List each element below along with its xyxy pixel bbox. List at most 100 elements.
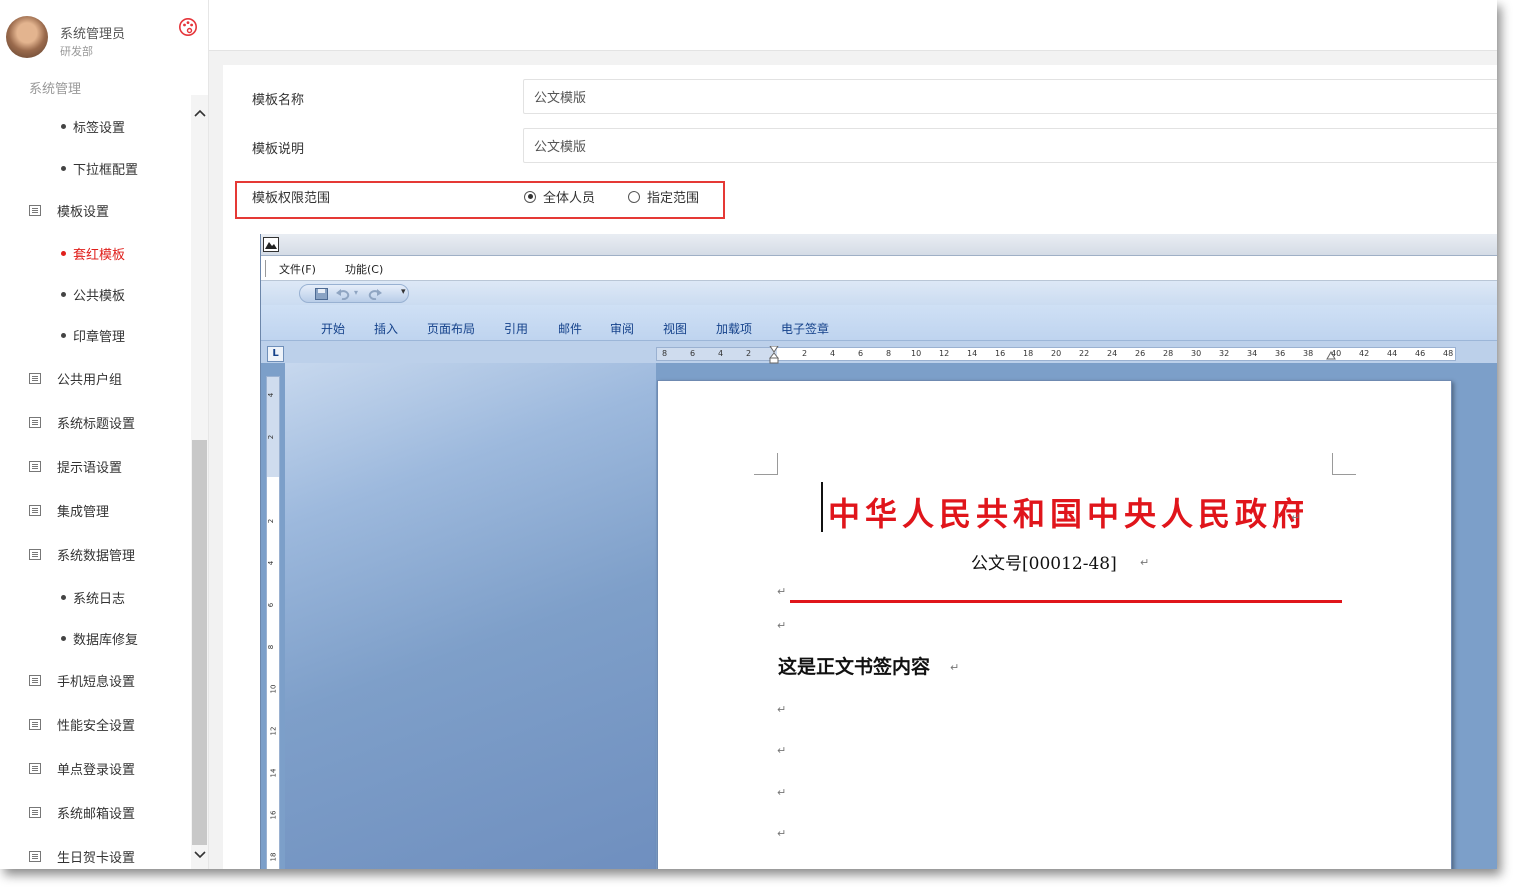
paragraph-mark: ↵ [777, 827, 787, 840]
ruler-number: 14 [269, 768, 278, 778]
ruler-number: 6 [690, 349, 696, 358]
word-title-bar [261, 234, 1497, 256]
ruler-number: 4 [718, 349, 724, 358]
template-desc-label: 模板说明 [252, 142, 305, 157]
paragraph-mark: ↵ [777, 585, 787, 598]
sidebar-item-sso-settings[interactable]: 单点登录设置 [0, 750, 192, 786]
save-icon[interactable] [315, 288, 328, 300]
ruler-number: 14 [967, 349, 978, 358]
sidebar-item-system-log[interactable]: 系统日志 [0, 579, 192, 615]
sidebar-item-label: 系统数据管理 [57, 548, 136, 564]
menu-icon [29, 204, 41, 216]
ribbon-tab-mailings[interactable]: 邮件 [558, 320, 582, 337]
ruler-number: 16 [995, 349, 1006, 358]
indent-marker-icon[interactable] [769, 346, 779, 364]
ribbon-tab-home[interactable]: 开始 [321, 320, 345, 337]
sidebar-item-label: 集成管理 [57, 504, 110, 520]
avatar[interactable] [6, 16, 48, 58]
word-app-icon [263, 237, 279, 252]
sidebar-item-label: 系统标题设置 [57, 416, 136, 432]
sidebar-item-template-settings[interactable]: 模板设置 [0, 192, 192, 228]
ruler-bar: L 8 6 4 2 2 4 6 8 10 12 14 16 18 20 22 24 26 28 30 32 34 36 38… [261, 341, 1497, 364]
sidebar-item-db-repair[interactable]: 数据库修复 [0, 620, 192, 656]
ruler-number: 8 [267, 644, 276, 650]
undo-dropdown-icon[interactable]: ▾ [354, 288, 358, 297]
template-desc-input[interactable] [523, 128, 1497, 163]
ruler-number: 28 [1163, 349, 1174, 358]
quick-access-group: ▾ [299, 284, 409, 303]
ruler-number: 8 [662, 349, 668, 358]
ribbon-tab-page-layout[interactable]: 页面布局 [427, 320, 475, 337]
sidebar-item-label: 公共用户组 [57, 372, 123, 388]
horizontal-ruler[interactable]: 8 6 4 2 2 4 6 8 10 12 14 16 18 20 22 24 26 28 30 32 34 36 38 40… [656, 346, 1456, 364]
ruler-number: 38 [1303, 349, 1314, 358]
ruler-number: 40 [1331, 349, 1342, 358]
menu-icon [29, 460, 41, 472]
document-page[interactable]: 中华人民共和国中央人民政府 ↵ 公文号[00012-48] ↵ ↵ ↵ 这是正文… [657, 380, 1452, 869]
text-cursor [821, 482, 823, 532]
menu-file[interactable]: 文件(F) [279, 261, 316, 277]
scroll-down-icon[interactable] [191, 847, 208, 863]
word-editor[interactable]: 文件(F) 功能(C) ▾ ▾ 开始 插入 页面布局 引用邮件 审阅 视图 加载… [260, 234, 1497, 869]
document-body-bookmark[interactable]: 这是正文书签内容 [778, 652, 930, 679]
vertical-ruler[interactable]: 4 2 2 4 6 8 10 12 14 16 18 [266, 376, 280, 869]
scope-all-label: 全体人员 [543, 191, 596, 206]
sidebar-item-label: 生日贺卡设置 [57, 850, 136, 866]
sidebar-item-seal-management[interactable]: 印章管理 [0, 317, 192, 353]
ruler-number: 8 [886, 349, 892, 358]
ribbon-tab-insert[interactable]: 插入 [374, 320, 398, 337]
menu-icon [29, 806, 41, 818]
user-name: 系统管理员 [60, 27, 126, 42]
ruler-number: 36 [1275, 349, 1286, 358]
redo-icon[interactable] [368, 288, 382, 300]
scrollbar-thumb[interactable] [192, 440, 207, 845]
document-number[interactable]: 公文号[00012-48] [971, 549, 1117, 574]
undo-icon[interactable] [336, 288, 350, 300]
ruler-number: 6 [858, 349, 864, 358]
scroll-up-icon[interactable] [191, 105, 208, 121]
tab-stop-selector[interactable]: L [267, 346, 284, 362]
ruler-number: 18 [1023, 349, 1034, 358]
sidebar-item-red-header-template[interactable]: 套红模板 [0, 235, 192, 271]
ribbon-tab-review[interactable]: 审阅 [610, 320, 634, 337]
ribbon-tab-references[interactable]: 引用 [504, 320, 528, 337]
scope-custom-radio[interactable]: 指定范围 [628, 187, 699, 206]
sidebar-item-system-mail[interactable]: 系统邮箱设置 [0, 794, 192, 830]
menu-icon [29, 718, 41, 730]
template-name-input[interactable] [523, 79, 1497, 114]
sidebar-item-performance-security[interactable]: 性能安全设置 [0, 706, 192, 742]
sidebar-item-sms-settings[interactable]: 手机短息设置 [0, 662, 192, 698]
sidebar-item-system-title[interactable]: 系统标题设置 [0, 404, 192, 440]
menu-icon [29, 674, 41, 686]
ribbon-tab-add-ins[interactable]: 加载项 [716, 320, 752, 337]
template-name-label: 模板名称 [252, 93, 305, 108]
sidebar-item-system-data[interactable]: 系统数据管理 [0, 536, 192, 572]
customize-toolbar-icon[interactable]: ▾ [401, 287, 406, 297]
sidebar-section-title: 系统管理 [29, 82, 82, 97]
sidebar-item-public-template[interactable]: 公共模板 [0, 276, 192, 312]
sidebar-item-birthday-card[interactable]: 生日贺卡设置 [0, 838, 192, 869]
sidebar-item-prompt-settings[interactable]: 提示语设置 [0, 448, 192, 484]
ribbon-tab-e-signature[interactable]: 电子签章 [781, 320, 829, 337]
radio-unchecked-icon[interactable] [628, 190, 640, 203]
paragraph-mark: ↵ [777, 703, 787, 716]
scope-all-radio[interactable]: 全体人员 [524, 187, 595, 206]
bullet-icon [61, 635, 66, 641]
sidebar-scrollbar[interactable] [191, 95, 208, 869]
palette-icon[interactable] [178, 17, 198, 37]
sidebar-item-tags[interactable]: 标签设置 [0, 108, 192, 144]
radio-checked-icon[interactable] [524, 190, 536, 203]
quick-access-toolbar: ▾ ▾ [261, 281, 1497, 305]
sidebar-item-dropdown-config[interactable]: 下拉框配置 [0, 150, 192, 186]
ruler-number: 24 [1107, 349, 1118, 358]
sidebar-item-integration[interactable]: 集成管理 [0, 492, 192, 528]
ribbon-tab-view[interactable]: 视图 [663, 320, 687, 337]
sidebar-item-public-user-group[interactable]: 公共用户组 [0, 360, 192, 396]
ruler-number: 18 [269, 852, 278, 862]
ruler-number: 4 [267, 392, 276, 398]
ruler-number: 48 [1443, 349, 1454, 358]
menu-function[interactable]: 功能(C) [345, 261, 383, 277]
scope-custom-label: 指定范围 [647, 191, 700, 206]
paragraph-mark: ↵ [777, 786, 787, 799]
document-title[interactable]: 中华人民共和国中央人民政府 [828, 489, 1309, 535]
